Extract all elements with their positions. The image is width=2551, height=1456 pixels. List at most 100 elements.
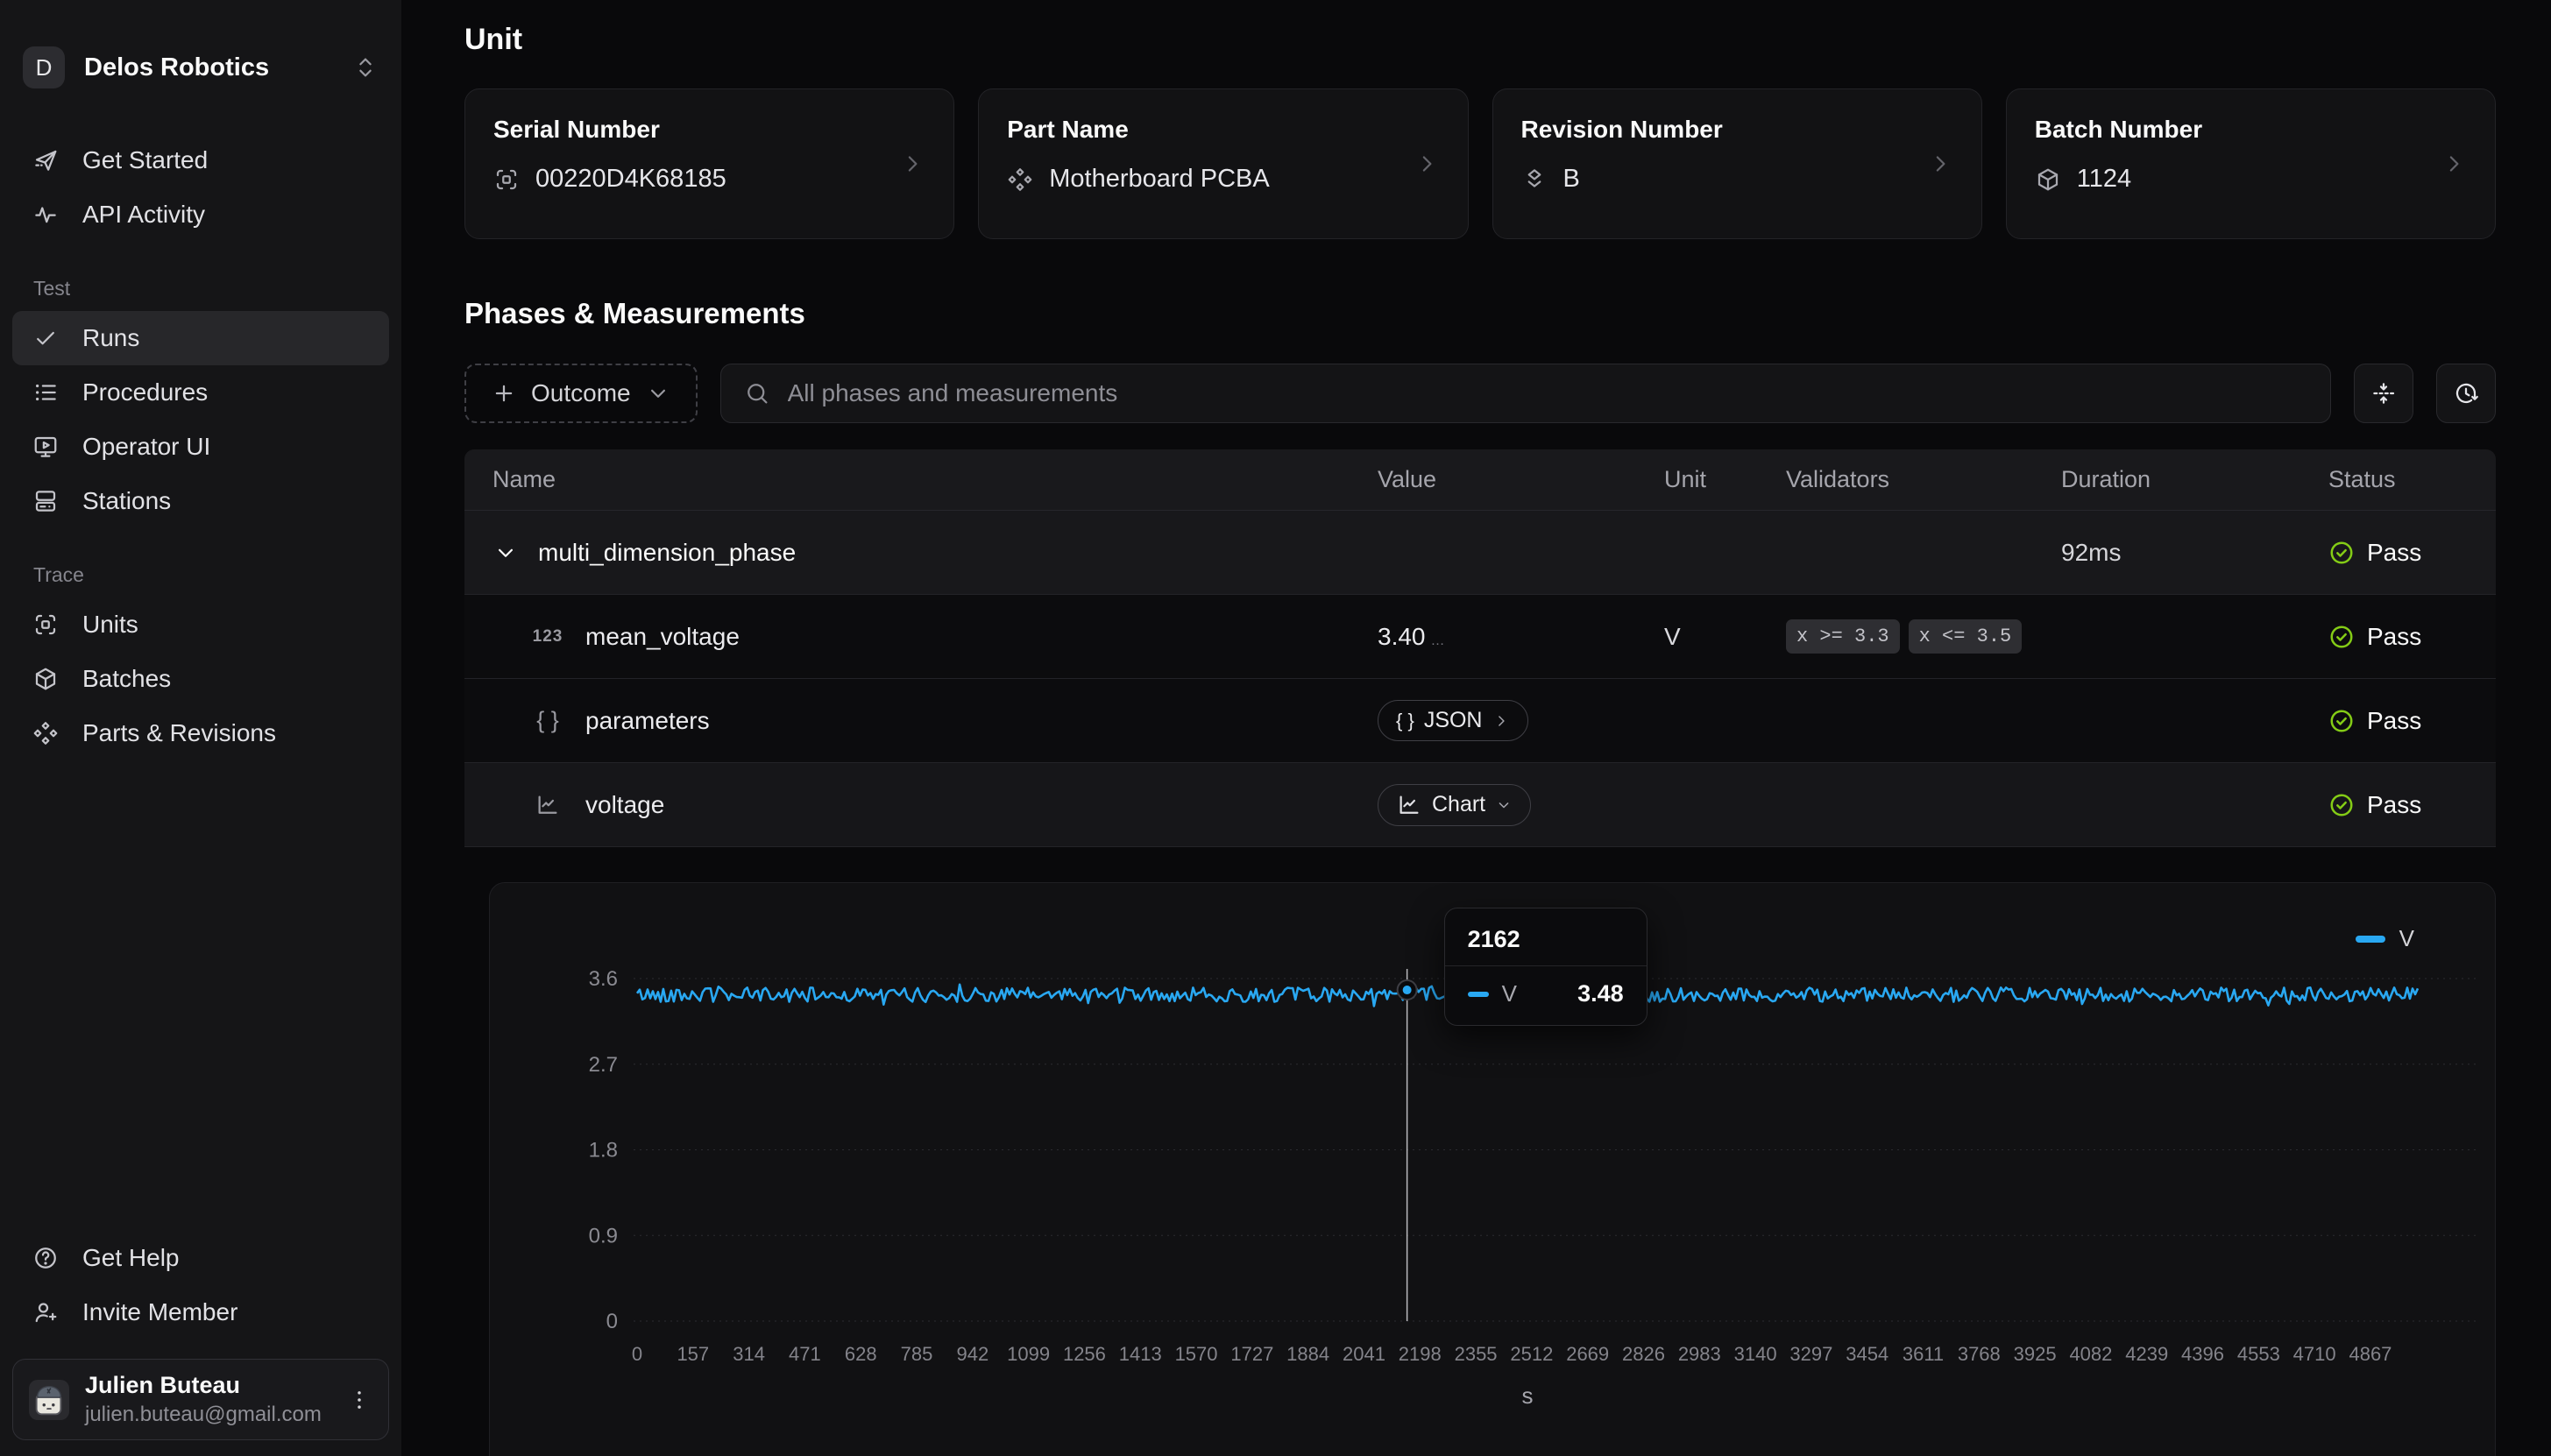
user-menu-kebab-icon[interactable]: [346, 1387, 372, 1413]
row-name-cell: 123mean_voltage: [464, 623, 1378, 651]
user-card[interactable]: Julien Buteau julien.buteau@gmail.com: [12, 1359, 389, 1440]
monitor-play-icon: [32, 434, 60, 460]
sidebar-item-stations[interactable]: Stations: [12, 474, 389, 528]
workspace-avatar: D: [23, 46, 65, 88]
svg-text:3.6: 3.6: [589, 967, 618, 991]
sidebar-item-parts-revisions[interactable]: Parts & Revisions: [12, 706, 389, 760]
row-name-cell: { }parameters: [464, 707, 1378, 735]
history-clock-icon: [2453, 380, 2479, 406]
sidebar-item-invite-member[interactable]: Invite Member: [12, 1285, 389, 1339]
voltage-chart-panel: V 00.91.82.73.60157314471628785942109912…: [489, 882, 2496, 1456]
chevron-right-icon: [899, 151, 925, 177]
sidebar-item-runs[interactable]: Runs: [12, 311, 389, 365]
svg-text:4867: 4867: [2349, 1343, 2392, 1365]
chart-line-icon: [1396, 792, 1422, 818]
search-input[interactable]: [788, 379, 2307, 407]
help-circle-icon: [32, 1245, 60, 1271]
measurement-value: 3.40: [1378, 623, 1426, 650]
svg-text:2198: 2198: [1399, 1343, 1442, 1365]
svg-text:3140: 3140: [1734, 1343, 1777, 1365]
json-pill-button[interactable]: { }JSON: [1378, 700, 1528, 741]
card-value-text: 00220D4K68185: [535, 165, 726, 194]
row-status-cell: Pass: [2328, 539, 2496, 567]
row-status-cell: Pass: [2328, 623, 2496, 651]
card-label: Batch Number: [2035, 116, 2441, 144]
layers-icon: [1521, 166, 1548, 193]
user-plus-icon: [32, 1299, 60, 1325]
svg-text:s: s: [1522, 1382, 1534, 1409]
table-row-voltage: voltageChartPass: [464, 763, 2496, 847]
sidebar-item-label: Get Started: [82, 146, 208, 174]
svg-text:314: 314: [733, 1343, 765, 1365]
table-row-multi_dimension_phase[interactable]: multi_dimension_phase92msPass: [464, 511, 2496, 595]
card-value-text: Motherboard PCBA: [1049, 165, 1269, 194]
row-status-cell: Pass: [2328, 791, 2496, 819]
phases-controls: Outcome: [464, 364, 2496, 423]
sidebar-item-operator-ui[interactable]: Operator UI: [12, 420, 389, 474]
column-header-value: Value: [1378, 466, 1664, 493]
sidebar-item-units[interactable]: Units: [12, 597, 389, 652]
chevron-down-icon: [645, 380, 671, 406]
sidebar-item-label: Procedures: [82, 378, 208, 406]
sidebar-item-label: Parts & Revisions: [82, 719, 276, 747]
search-bar[interactable]: [720, 364, 2331, 423]
table-header-row: NameValueUnitValidatorsDurationStatus: [464, 449, 2496, 511]
sidebar-item-get-started[interactable]: Get Started: [12, 133, 389, 187]
chevron-down-icon: [1495, 796, 1513, 814]
unit-card-serial-number[interactable]: Serial Number 00220D4K68185: [464, 88, 954, 239]
svg-text:2.7: 2.7: [589, 1053, 618, 1077]
unit-card-part-name[interactable]: Part NameMotherboard PCBA: [978, 88, 1468, 239]
card-value: Motherboard PCBA: [1007, 165, 1413, 194]
unit-card-batch-number[interactable]: Batch Number 1124: [2006, 88, 2496, 239]
pass-check-icon: [2328, 708, 2355, 734]
user-name: Julien Buteau: [85, 1372, 330, 1399]
workspace-switcher[interactable]: D Delos Robotics: [12, 39, 389, 96]
svg-text:942: 942: [956, 1343, 989, 1365]
svg-text:1.8: 1.8: [589, 1139, 618, 1163]
legend-series-label: V: [2399, 925, 2414, 952]
outcome-filter-button[interactable]: Outcome: [464, 364, 698, 423]
sidebar-item-get-help[interactable]: Get Help: [12, 1231, 389, 1285]
status-label: Pass: [2367, 623, 2421, 651]
sidebar-item-api-activity[interactable]: API Activity: [12, 187, 389, 242]
validator-badge: x >= 3.3: [1786, 619, 1900, 654]
main-content: Unit Serial Number00220D4K68185Part Name…: [401, 0, 2551, 1456]
sidebar-item-label: Invite Member: [82, 1298, 237, 1326]
chart-legend[interactable]: V: [2356, 925, 2414, 952]
chevron-down-icon[interactable]: [492, 540, 519, 566]
card-value: 1124: [2035, 165, 2441, 194]
collapse-all-button[interactable]: [2354, 364, 2413, 423]
status-label: Pass: [2367, 707, 2421, 735]
unit-card-revision-number[interactable]: Revision NumberB: [1492, 88, 1982, 239]
components-icon: [1007, 166, 1033, 193]
svg-text:3925: 3925: [2014, 1343, 2057, 1365]
svg-text:4239: 4239: [2125, 1343, 2168, 1365]
svg-text:4396: 4396: [2181, 1343, 2224, 1365]
scan-icon: [32, 611, 60, 638]
svg-text:4553: 4553: [2237, 1343, 2280, 1365]
tooltip-series-name: V: [1502, 980, 1517, 1007]
sidebar-item-batches[interactable]: Batches: [12, 652, 389, 706]
sidebar-section-label: Test: [12, 277, 389, 300]
svg-text:3454: 3454: [1846, 1343, 1888, 1365]
tooltip-series-swatch: [1468, 992, 1489, 997]
row-value-cell[interactable]: Chart: [1378, 784, 1664, 826]
history-button[interactable]: [2436, 364, 2496, 423]
svg-text:4710: 4710: [2293, 1343, 2336, 1365]
row-value-cell[interactable]: { }JSON: [1378, 700, 1664, 741]
svg-text:1884: 1884: [1286, 1343, 1329, 1365]
check-icon: [32, 325, 60, 351]
sidebar-item-procedures[interactable]: Procedures: [12, 365, 389, 420]
sidebar-item-label: Get Help: [82, 1244, 180, 1272]
validator-badge: x <= 3.5: [1909, 619, 2023, 654]
sidebar-nav-top: Get Started API Activity: [12, 133, 389, 242]
svg-text:628: 628: [845, 1343, 877, 1365]
list-icon: [32, 379, 60, 406]
card-label: Serial Number: [493, 116, 899, 144]
svg-text:785: 785: [901, 1343, 933, 1365]
card-label: Revision Number: [1521, 116, 1927, 144]
workspace-name: Delos Robotics: [84, 53, 333, 82]
chart-pill-button[interactable]: Chart: [1378, 784, 1531, 826]
row-name: mean_voltage: [585, 623, 740, 651]
stations-icon: [32, 488, 60, 514]
